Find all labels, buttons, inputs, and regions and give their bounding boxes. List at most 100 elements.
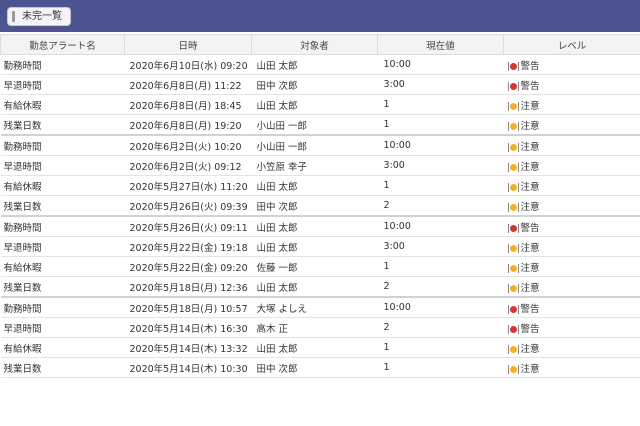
level-label: 注意 (520, 363, 540, 375)
table-row[interactable]: 残業日数 2020年5月26日(火) 09:39 田中 次郎 2 注意 (0, 195, 640, 217)
target-person-cell: 山田 太郎 (251, 276, 378, 298)
target-person-cell: 山田 太郎 (251, 216, 378, 237)
caution-level-icon (507, 162, 519, 172)
caution-level-icon (507, 263, 519, 273)
target-person-cell: 小山田 一郎 (251, 114, 378, 136)
datetime-cell: 2020年5月14日(木) 13:32 (124, 337, 252, 358)
level-label: 注意 (520, 181, 540, 193)
current-value-cell: 3:00 (377, 74, 504, 95)
table-row[interactable]: 早退時間 2020年6月8日(月) 11:22 田中 次郎 3:00 警告 (0, 74, 640, 95)
datetime-cell: 2020年6月8日(月) 11:22 (124, 74, 252, 95)
alert-name-cell: 有給休暇 (0, 256, 125, 277)
target-person-cell: 田中 次郎 (251, 74, 378, 95)
level-label: 警告 (520, 303, 540, 315)
target-person-cell: 高木 正 (251, 317, 378, 338)
table-row[interactable]: 有給休暇 2020年5月22日(金) 09:20 佐藤 一郎 1 注意 (0, 256, 640, 277)
level-label: 注意 (520, 120, 540, 132)
table-row[interactable]: 有給休暇 2020年5月27日(水) 11:20 山田 太郎 1 注意 (0, 175, 640, 196)
table-row[interactable]: 早退時間 2020年6月2日(火) 09:12 小笠原 幸子 3:00 注意 (0, 155, 640, 176)
datetime-cell: 2020年5月14日(木) 10:30 (124, 357, 252, 378)
level-cell: 注意 (503, 114, 640, 136)
table-row[interactable]: 勤務時間 2020年5月26日(火) 09:11 山田 太郎 10:00 警告 (0, 216, 640, 237)
current-value-cell: 2 (377, 317, 504, 338)
alert-name-cell: 残業日数 (0, 276, 125, 298)
caution-level-icon (507, 283, 519, 293)
caution-level-icon (507, 182, 519, 192)
level-label: 注意 (520, 262, 540, 274)
target-person-cell: 小笠原 幸子 (251, 155, 378, 176)
datetime-cell: 2020年6月8日(月) 18:45 (124, 94, 252, 115)
warning-level-icon (507, 223, 519, 233)
level-cell: 注意 (503, 94, 640, 115)
current-value-cell: 1 (377, 94, 504, 115)
target-person-cell: 山田 太郎 (251, 175, 378, 196)
datetime-cell: 2020年5月18日(月) 10:57 (124, 297, 252, 318)
level-cell: 警告 (503, 216, 640, 237)
alert-name-cell: 早退時間 (0, 236, 125, 257)
column-header-current-value[interactable]: 現在値 (377, 34, 504, 55)
column-header-alert-name[interactable]: 勤怠アラート名 (0, 34, 125, 55)
table-row[interactable]: 有給休暇 2020年6月8日(月) 18:45 山田 太郎 1 注意 (0, 94, 640, 115)
grip-icon (12, 11, 15, 22)
table-row[interactable]: 残業日数 2020年6月8日(月) 19:20 小山田 一郎 1 注意 (0, 114, 640, 136)
current-value-cell: 10:00 (377, 216, 504, 237)
table-row[interactable]: 有給休暇 2020年5月14日(木) 13:32 山田 太郎 1 注意 (0, 337, 640, 358)
level-label: 注意 (520, 201, 540, 213)
table-row[interactable]: 勤務時間 2020年6月2日(火) 10:20 小山田 一郎 10:00 注意 (0, 135, 640, 156)
caution-level-icon (507, 101, 519, 111)
alert-name-cell: 有給休暇 (0, 94, 125, 115)
datetime-cell: 2020年6月2日(火) 09:12 (124, 155, 252, 176)
current-value-cell: 2 (377, 276, 504, 298)
table-row[interactable]: 残業日数 2020年5月14日(木) 10:30 田中 次郎 1 注意 (0, 357, 640, 378)
current-value-cell: 3:00 (377, 236, 504, 257)
table-row[interactable]: 残業日数 2020年5月18日(月) 12:36 山田 太郎 2 注意 (0, 276, 640, 298)
table-row[interactable]: 勤務時間 2020年5月18日(月) 10:57 大塚 よしえ 10:00 警告 (0, 297, 640, 318)
level-cell: 警告 (503, 297, 640, 318)
column-header-target[interactable]: 対象者 (251, 34, 378, 55)
table-row[interactable]: 早退時間 2020年5月22日(金) 19:18 山田 太郎 3:00 注意 (0, 236, 640, 257)
incomplete-list-button[interactable]: 未完一覧 (7, 7, 71, 26)
current-value-cell: 10:00 (377, 54, 504, 75)
datetime-cell: 2020年5月18日(月) 12:36 (124, 276, 252, 298)
caution-level-icon (507, 202, 519, 212)
current-value-cell: 1 (377, 337, 504, 358)
current-value-cell: 1 (377, 256, 504, 277)
table-row[interactable]: 勤務時間 2020年6月10日(水) 09:20 山田 太郎 10:00 警告 (0, 54, 640, 75)
current-value-cell: 2 (377, 195, 504, 217)
target-person-cell: 小山田 一郎 (251, 135, 378, 156)
alert-name-cell: 早退時間 (0, 74, 125, 95)
current-value-cell: 10:00 (377, 297, 504, 318)
target-person-cell: 山田 太郎 (251, 94, 378, 115)
target-person-cell: 佐藤 一郎 (251, 256, 378, 277)
level-cell: 警告 (503, 54, 640, 75)
alert-name-cell: 残業日数 (0, 114, 125, 136)
level-label: 警告 (520, 60, 540, 72)
caution-level-icon (507, 344, 519, 354)
level-label: 警告 (520, 222, 540, 234)
current-value-cell: 10:00 (377, 135, 504, 156)
column-header-datetime[interactable]: 日時 (124, 34, 252, 55)
level-cell: 注意 (503, 276, 640, 298)
current-value-cell: 1 (377, 175, 504, 196)
level-cell: 警告 (503, 74, 640, 95)
level-cell: 注意 (503, 357, 640, 378)
table-row[interactable]: 早退時間 2020年5月14日(木) 16:30 高木 正 2 警告 (0, 317, 640, 338)
level-label: 注意 (520, 282, 540, 294)
level-cell: 注意 (503, 135, 640, 156)
column-header-level[interactable]: レベル (503, 34, 640, 55)
alert-name-cell: 残業日数 (0, 195, 125, 217)
level-cell: 注意 (503, 175, 640, 196)
target-person-cell: 山田 太郎 (251, 337, 378, 358)
alert-name-cell: 有給休暇 (0, 175, 125, 196)
alert-name-cell: 勤務時間 (0, 297, 125, 318)
datetime-cell: 2020年6月10日(水) 09:20 (124, 54, 252, 75)
current-value-cell: 1 (377, 114, 504, 136)
target-person-cell: 大塚 よしえ (251, 297, 378, 318)
datetime-cell: 2020年5月26日(火) 09:39 (124, 195, 252, 217)
target-person-cell: 山田 太郎 (251, 236, 378, 257)
current-value-cell: 3:00 (377, 155, 504, 176)
warning-level-icon (507, 61, 519, 71)
incomplete-list-button-label: 未完一覧 (22, 11, 62, 22)
datetime-cell: 2020年5月22日(金) 09:20 (124, 256, 252, 277)
level-cell: 注意 (503, 195, 640, 217)
